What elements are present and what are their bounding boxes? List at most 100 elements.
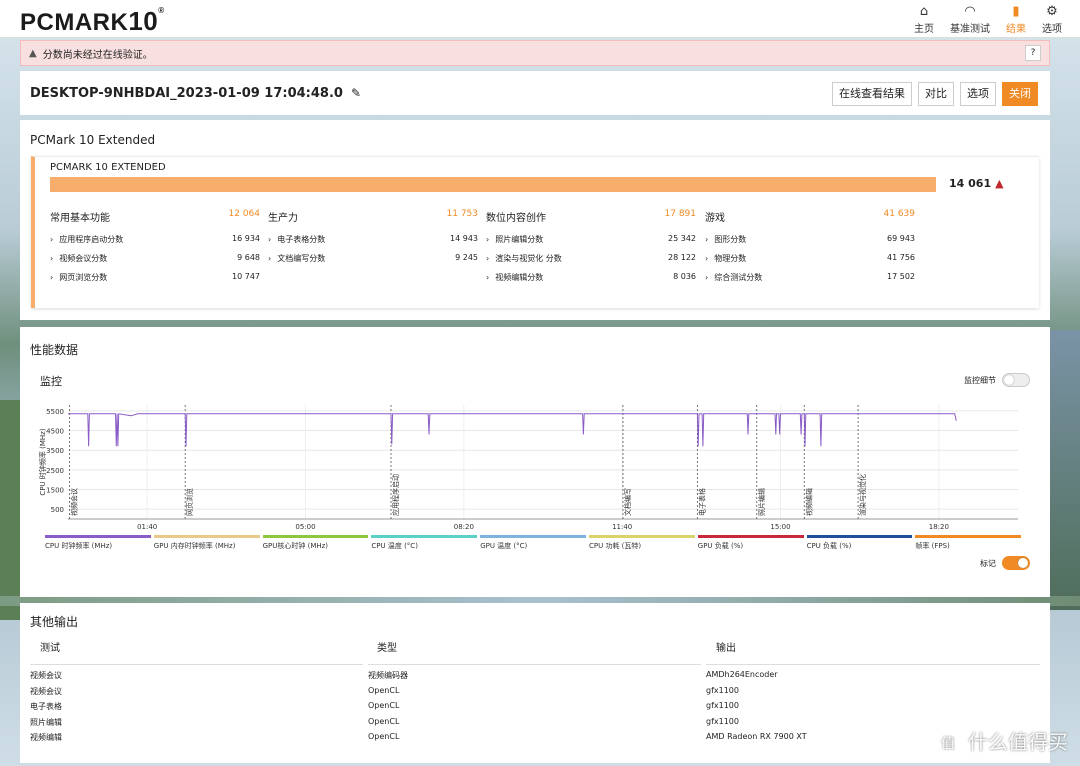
legend-item[interactable]: GPU 温度 (°C) bbox=[480, 535, 589, 551]
legend-label: CPU 时钟频率 (MHz) bbox=[45, 542, 113, 550]
nav-item-label: 选项 bbox=[1042, 24, 1062, 35]
subscore-row[interactable]: › 应用程序启动分数 16 934 bbox=[50, 234, 260, 245]
performance-data-panel: 性能数据 监控 监控细节 5500 4500 3500 2500 1500 500 01:4… bbox=[20, 327, 1050, 597]
legend-item[interactable]: GPU核心时钟 (MHz) bbox=[262, 535, 372, 551]
legend-item[interactable]: CPU 功耗 (瓦特) bbox=[588, 535, 698, 551]
monitor-detail-switch[interactable] bbox=[1002, 373, 1030, 387]
legend-swatch bbox=[153, 535, 260, 538]
legend-item[interactable]: GPU 负载 (%) bbox=[697, 535, 807, 551]
chevron-right-icon: › bbox=[268, 254, 272, 263]
subscore-row[interactable]: › 网页浏览分数 10 747 bbox=[50, 272, 260, 283]
category-score: 41 639 bbox=[883, 209, 916, 219]
legend-item[interactable]: CPU 时钟频率 (MHz) bbox=[45, 535, 154, 551]
header-divider bbox=[368, 664, 701, 665]
close-button[interactable]: 关闭 bbox=[1002, 82, 1038, 106]
markers-switch[interactable] bbox=[1002, 556, 1030, 570]
category-header: 生产力 11 753 bbox=[268, 209, 478, 224]
legend-swatch bbox=[45, 535, 151, 538]
help-button[interactable]: ? bbox=[1025, 45, 1041, 61]
legend-label: CPU 温度 (°C) bbox=[371, 542, 418, 550]
chevron-right-icon: › bbox=[705, 254, 709, 263]
table-cell: 视频编辑 bbox=[30, 733, 62, 742]
main-nav: ⌂ 主页 ◠ 基准测试 ▮ 结果 ⚙ 选项 bbox=[914, 4, 1062, 35]
table-cell: gfx1100 bbox=[706, 716, 739, 726]
subscore-value: 25 342 bbox=[668, 234, 696, 243]
subscore-label-group: › 视频会议分数 bbox=[50, 253, 107, 264]
test-marker-label: 应用程序启动 bbox=[391, 474, 400, 516]
background-scenery-right bbox=[1048, 330, 1080, 610]
column-header: 测试 bbox=[40, 643, 60, 654]
subscore-name: 综合测试分数 bbox=[714, 273, 763, 282]
legend-item[interactable]: 帧率 (FPS) bbox=[915, 535, 1024, 551]
legend-swatch bbox=[371, 535, 478, 538]
subscore-row[interactable]: › 图形分数 69 943 bbox=[705, 234, 915, 245]
subscore-row[interactable]: › 照片编辑分数 25 342 bbox=[486, 234, 696, 245]
nav-item-3[interactable]: ⚙ 选项 bbox=[1042, 4, 1062, 35]
test-marker-label: 电子表格 bbox=[697, 488, 706, 516]
monitor-detail-toggle-row: 监控细节 bbox=[964, 373, 1030, 387]
x-tick-label: 11:40 bbox=[612, 523, 632, 531]
nav-item-2[interactable]: ▮ 结果 bbox=[1006, 4, 1026, 35]
y-axis-label: CPU 时钟频率 (MHz) bbox=[38, 428, 47, 495]
nav-item-label: 基准测试 bbox=[950, 24, 990, 35]
table-cell: gfx1100 bbox=[706, 685, 739, 695]
category-score: 11 753 bbox=[446, 209, 479, 219]
subscore-label-group: › 图形分数 bbox=[705, 234, 746, 245]
subscore-name: 渲染与视觉化 分数 bbox=[495, 254, 562, 263]
watermark-logo: 值 bbox=[934, 729, 962, 758]
gauge-icon: ◠ bbox=[964, 4, 976, 19]
subscore-name: 照片编辑分数 bbox=[495, 235, 544, 244]
subscore-row[interactable]: › 电子表格分数 14 943 bbox=[268, 234, 478, 245]
test-marker-label: 视频编辑 bbox=[804, 488, 813, 516]
subscore-value: 9 648 bbox=[237, 253, 260, 262]
result-name: DESKTOP-9NHBDAI_2023-01-09 17:04:48.0 bbox=[30, 85, 343, 101]
options-button[interactable]: 选项 bbox=[960, 82, 996, 106]
table-cell: 视频会议 bbox=[30, 686, 62, 696]
edit-pencil-icon[interactable]: ✎ bbox=[351, 86, 361, 100]
x-tick-label: 08:20 bbox=[454, 523, 474, 531]
markers-toggle-row: 标记 bbox=[980, 556, 1030, 570]
nav-item-1[interactable]: ◠ 基准测试 bbox=[950, 4, 990, 35]
header-divider bbox=[706, 664, 1040, 665]
score-panel: PCMARK 10 EXTENDED 14 061 ▲ 常用基本功能 12 064 ›… bbox=[31, 156, 1039, 308]
chevron-right-icon: › bbox=[50, 254, 54, 263]
subscore-row[interactable]: › 文档编写分数 9 245 bbox=[268, 253, 478, 264]
subscore-row[interactable]: › 视频编辑分数 8 036 bbox=[486, 272, 696, 283]
view-online-button[interactable]: 在线查看结果 bbox=[832, 82, 912, 106]
nav-item-label: 主页 bbox=[914, 24, 934, 35]
table-cell: OpenCL bbox=[368, 685, 400, 695]
subscore-row[interactable]: › 物理分数 41 756 bbox=[705, 253, 915, 264]
subscore-name: 网页浏览分数 bbox=[59, 273, 108, 282]
legend-swatch bbox=[806, 535, 913, 538]
legend-item[interactable]: CPU 温度 (°C) bbox=[371, 535, 480, 551]
compare-button[interactable]: 对比 bbox=[918, 82, 954, 106]
subscore-name: 视频会议分数 bbox=[59, 254, 108, 263]
chevron-right-icon: › bbox=[268, 235, 272, 244]
gear-icon: ⚙ bbox=[1046, 4, 1058, 19]
column-header: 类型 bbox=[377, 643, 397, 654]
series-line-cpu-clock bbox=[68, 413, 957, 447]
nav-item-0[interactable]: ⌂ 主页 bbox=[914, 4, 934, 35]
benchmark-label: PCMARK 10 EXTENDED bbox=[50, 162, 166, 173]
category-name: 游戏 bbox=[705, 213, 725, 224]
subscore-row[interactable]: › 综合测试分数 17 502 bbox=[705, 272, 915, 283]
chevron-right-icon: › bbox=[705, 273, 709, 282]
legend-item[interactable]: GPU 内存时钟频率 (MHz) bbox=[153, 535, 263, 551]
subscore-row[interactable]: › 渲染与视觉化 分数 28 122 bbox=[486, 253, 696, 264]
column-header: 输出 bbox=[716, 643, 736, 654]
subscore-value: 8 036 bbox=[673, 272, 696, 281]
legend-item[interactable]: CPU 负载 (%) bbox=[806, 535, 916, 551]
nav-item-label: 结果 bbox=[1006, 24, 1026, 35]
category-score: 12 064 bbox=[228, 209, 261, 219]
table-cell: OpenCL bbox=[368, 701, 400, 710]
home-icon: ⌂ bbox=[919, 4, 929, 19]
chevron-right-icon: › bbox=[705, 235, 709, 244]
subscore-name: 文档编写分数 bbox=[277, 254, 326, 263]
subscore-row[interactable]: › 视频会议分数 9 648 bbox=[50, 253, 260, 264]
result-title-bar: DESKTOP-9NHBDAI_2023-01-09 17:04:48.0 ✎ … bbox=[20, 71, 1050, 115]
monitor-title: 监控 bbox=[40, 375, 62, 388]
x-tick-label: 18:20 bbox=[929, 523, 949, 531]
other-output-panel: 其他输出 测试 类型 输出 视频会议 视频编码器 AMDh264Encoder 视频会议 O… bbox=[20, 603, 1050, 763]
table-cell: AMD Radeon RX 7900 XT bbox=[706, 732, 807, 741]
legend-swatch bbox=[588, 535, 695, 538]
